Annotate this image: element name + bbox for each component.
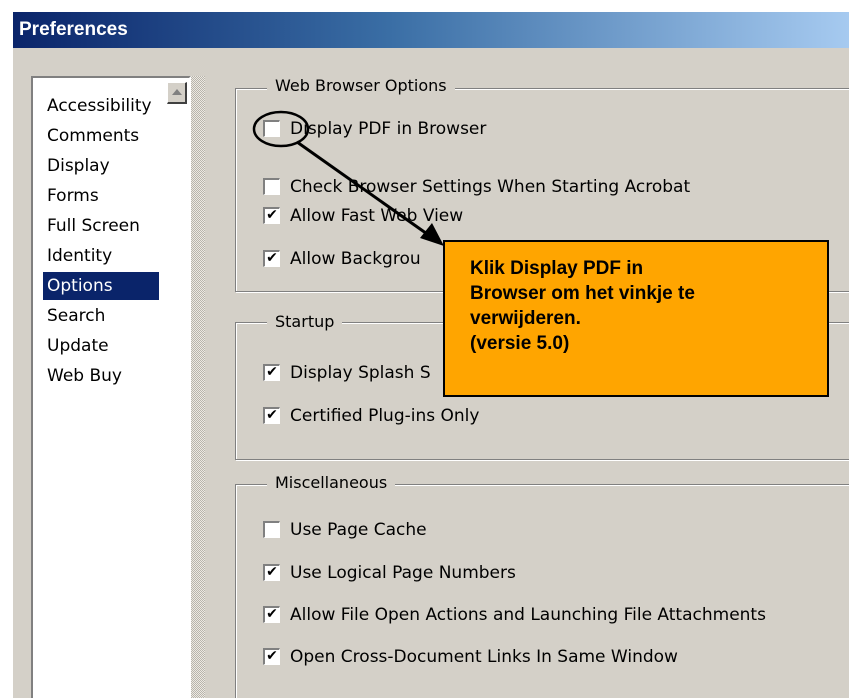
scroll-up-arrow-icon (172, 89, 182, 95)
category-item-identity[interactable]: Identity (43, 242, 159, 270)
list-scrollbar-track[interactable] (191, 76, 205, 698)
window-title: Preferences (19, 19, 128, 40)
allow-file-open-actions-label: Allow File Open Actions and Launching Fi… (290, 605, 766, 625)
use-page-cache-checkbox[interactable] (263, 521, 280, 538)
category-item-full-screen[interactable]: Full Screen (43, 212, 159, 240)
open-cross-document-links-checkbox[interactable]: ✔ (263, 648, 280, 665)
category-item-web-buy[interactable]: Web Buy (43, 362, 159, 390)
check-browser-settings-checkbox[interactable] (263, 178, 280, 195)
dialog-top-margin (13, 48, 849, 76)
web-browser-options-label: Web Browser Options (267, 76, 455, 96)
category-item-comments[interactable]: Comments (43, 122, 159, 150)
category-item-display[interactable]: Display (43, 152, 159, 180)
display-pdf-in-browser-label: Display PDF in Browser (290, 119, 487, 139)
instruction-callout: Klik Display PDF in Browser om het vinkj… (443, 240, 829, 397)
category-item-options[interactable]: Options (43, 272, 159, 300)
certified-plugins-only-checkbox[interactable]: ✔ (263, 407, 280, 424)
display-splash-screen-label: Display Splash S (290, 363, 431, 383)
display-pdf-in-browser-checkbox[interactable] (263, 120, 280, 137)
certified-plugins-only-label: Certified Plug-ins Only (290, 406, 480, 426)
title-bar[interactable]: Preferences (13, 12, 849, 48)
open-cross-document-links-label: Open Cross-Document Links In Same Window (290, 647, 678, 667)
category-list[interactable]: Accessibility Comments Display Forms Ful… (31, 76, 191, 698)
allow-fast-web-view-checkbox[interactable]: ✔ (263, 207, 280, 224)
allow-background-download-checkbox[interactable]: ✔ (263, 250, 280, 267)
use-page-cache-label: Use Page Cache (290, 520, 427, 540)
callout-text: Klik Display PDF in Browser om het vinkj… (470, 258, 695, 354)
category-item-search[interactable]: Search (43, 302, 159, 330)
category-item-forms[interactable]: Forms (43, 182, 159, 210)
allow-file-open-actions-checkbox[interactable]: ✔ (263, 606, 280, 623)
check-browser-settings-label: Check Browser Settings When Starting Acr… (290, 177, 691, 197)
use-logical-page-numbers-checkbox[interactable]: ✔ (263, 564, 280, 581)
miscellaneous-label: Miscellaneous (267, 473, 396, 493)
allow-background-download-label: Allow Backgrou (290, 249, 421, 269)
category-item-update[interactable]: Update (43, 332, 159, 360)
allow-fast-web-view-label: Allow Fast Web View (290, 206, 464, 226)
category-item-accessibility[interactable]: Accessibility (43, 92, 159, 120)
use-logical-page-numbers-label: Use Logical Page Numbers (290, 563, 516, 583)
display-splash-screen-checkbox[interactable]: ✔ (263, 364, 280, 381)
scroll-up-button[interactable] (167, 82, 187, 104)
startup-label: Startup (267, 312, 343, 332)
